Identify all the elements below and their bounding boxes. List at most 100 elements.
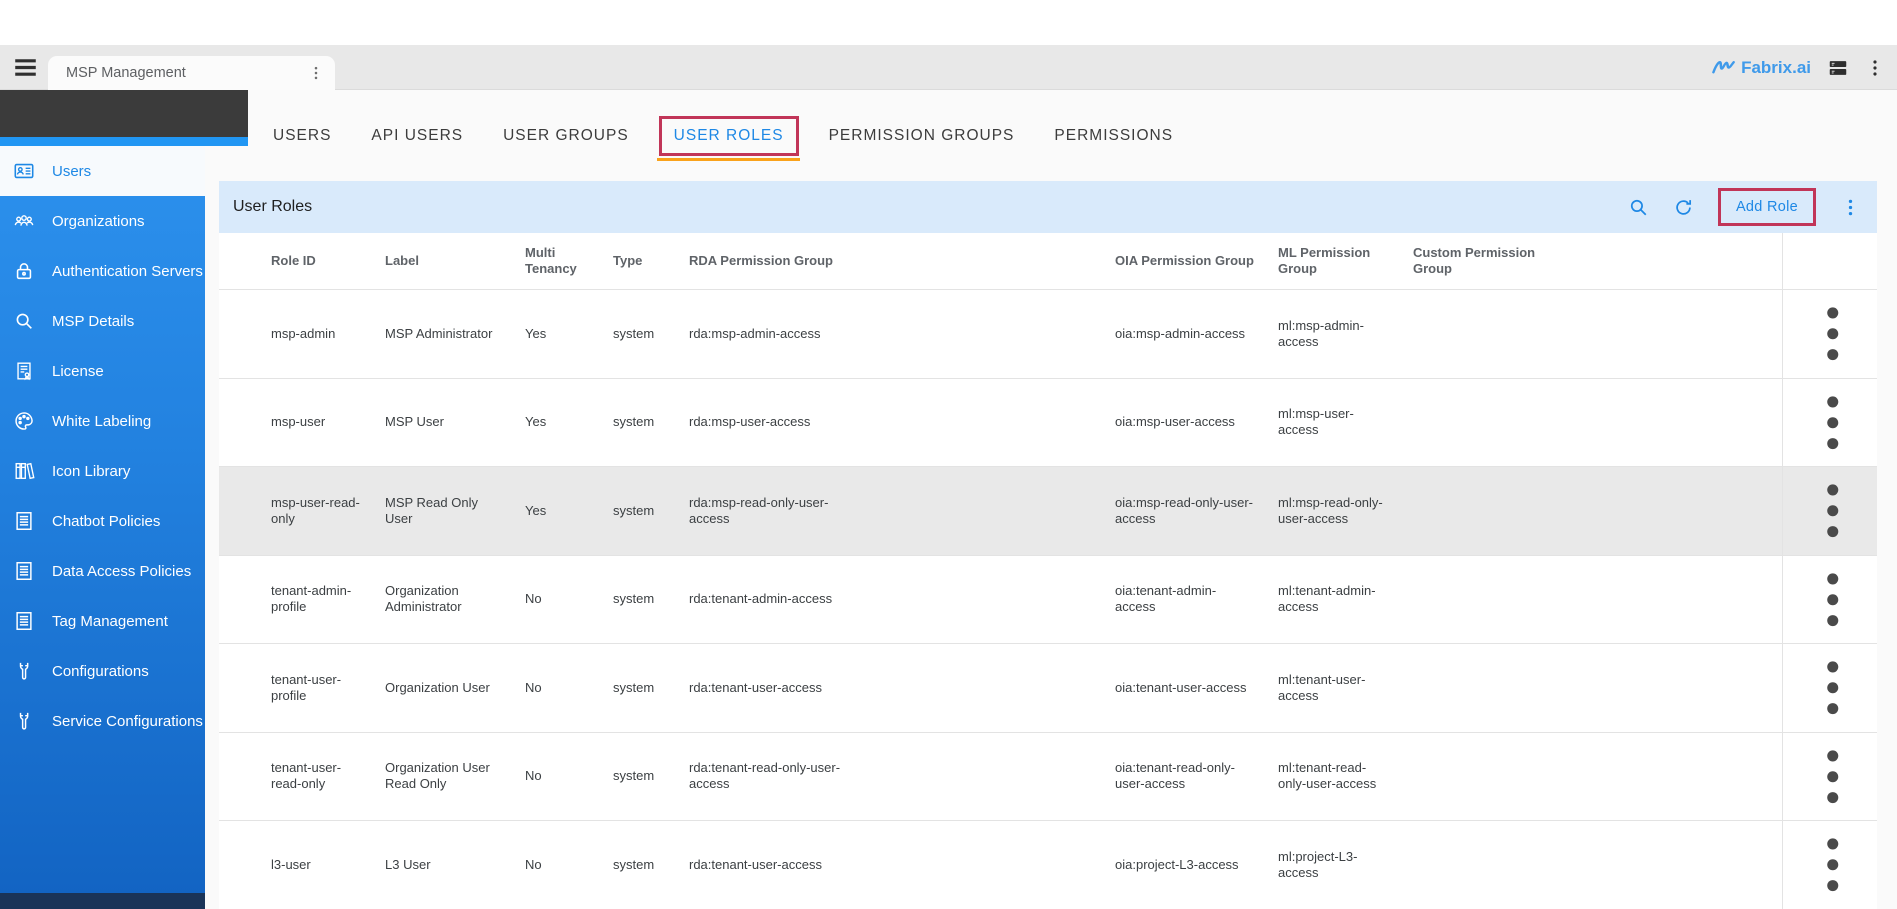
table-row-msp-admin[interactable]: msp-adminMSP AdministratorYessystemrda:m… [219, 290, 1877, 379]
refresh-icon[interactable] [1673, 197, 1694, 218]
fabrix-logo-icon [1709, 55, 1738, 80]
column-header-multi-tenancy[interactable]: Multi Tenancy [509, 233, 597, 290]
tab-bar: USERS API USERS USER GROUPS USER ROLES PERMI… [205, 90, 1897, 181]
column-header-label[interactable]: Label [369, 233, 509, 290]
user-roles-table-container: Role IDLabelMulti TenancyTypeRDA Permiss… [219, 233, 1877, 909]
cell-rda: rda:tenant-admin-access [673, 555, 1099, 644]
table-row-tenant-user-profile[interactable]: tenant-user-profileOrganization UserNosy… [219, 644, 1877, 733]
hamburger-menu-icon[interactable] [11, 53, 40, 82]
cell-ml: ml:tenant-read-only-user-access [1262, 732, 1397, 821]
sidebar-item-tag-management[interactable]: Tag Management [0, 596, 205, 646]
row-actions-icon[interactable] [1796, 651, 1870, 725]
table-row-l3-user[interactable]: l3-userL3 UserNosystemrda:tenant-user-ac… [219, 821, 1877, 909]
sidebar-item-label: Authentication Servers [52, 263, 203, 280]
msp-management-tab[interactable]: MSP Management [48, 56, 335, 90]
add-role-button[interactable]: Add Role [1718, 188, 1816, 226]
column-header-oia-permission-group[interactable]: OIA Permission Group [1099, 233, 1262, 290]
search-icon[interactable] [1628, 197, 1649, 218]
server-rack-icon[interactable] [1827, 57, 1849, 79]
cell-multi_tenancy: No [509, 644, 597, 733]
tab-user-groups[interactable]: USER GROUPS [503, 127, 629, 145]
column-header-ml-permission-group[interactable]: ML Permission Group [1262, 233, 1397, 290]
more-actions-icon[interactable] [1840, 197, 1861, 218]
sidebar-item-configurations[interactable]: Configurations [0, 646, 205, 696]
cell-type: system [597, 290, 673, 379]
cell-label: MSP Read Only User [369, 467, 509, 556]
table-row-tenant-user-read-only[interactable]: tenant-user-read-onlyOrganization User R… [219, 732, 1877, 821]
sidebar-item-white-labeling[interactable]: White Labeling [0, 396, 205, 446]
sidebar-item-authentication-servers[interactable]: Authentication Servers [0, 246, 205, 296]
panel-title: User Roles [233, 198, 312, 216]
sidebar-item-label: Icon Library [52, 463, 130, 480]
fabrix-logo: Fabrix.ai [1711, 55, 1811, 80]
cell-label: Organization User [369, 644, 509, 733]
sidebar-item-service-configurations[interactable]: Service Configurations [0, 696, 205, 746]
cell-oia: oia:msp-admin-access [1099, 290, 1262, 379]
cell-label: MSP Administrator [369, 290, 509, 379]
cell-role_id: msp-admin [219, 290, 369, 379]
table-row-tenant-admin-profile[interactable]: tenant-admin-profileOrganization Adminis… [219, 555, 1877, 644]
tab-api-users[interactable]: API USERS [371, 127, 463, 145]
tab-users[interactable]: USERS [273, 127, 331, 145]
document-icon [13, 560, 35, 582]
cell-oia: oia:msp-user-access [1099, 378, 1262, 467]
tab-options-icon[interactable] [307, 64, 325, 82]
cell-label: Organization User Read Only [369, 732, 509, 821]
sidebar-item-label: License [52, 363, 104, 380]
row-actions-icon[interactable] [1796, 828, 1870, 902]
cell-custom [1397, 644, 1782, 733]
cell-label: Organization Administrator [369, 555, 509, 644]
id-card-icon [13, 160, 35, 182]
cell-multi_tenancy: No [509, 732, 597, 821]
document-icon [13, 610, 35, 632]
cell-role_id: tenant-user-read-only [219, 732, 369, 821]
cell-actions [1782, 732, 1877, 821]
title-bar: MSP Management Fabrix.ai [0, 45, 1897, 90]
sidebar-item-organizations[interactable]: Organizations [0, 196, 205, 246]
cell-oia: oia:msp-read-only-user-access [1099, 467, 1262, 556]
column-header-custom-permission-group[interactable]: Custom Permission Group [1397, 233, 1782, 290]
sidebar-item-label: Tag Management [52, 613, 168, 630]
people-icon [13, 210, 35, 232]
tab-permissions[interactable]: PERMISSIONS [1054, 127, 1173, 145]
cell-ml: ml:tenant-admin-access [1262, 555, 1397, 644]
sidebar-item-users[interactable]: Users [0, 146, 205, 196]
row-actions-icon[interactable] [1796, 563, 1870, 637]
annotation-box-user-roles: USER ROLES [659, 116, 799, 156]
row-actions-icon[interactable] [1796, 740, 1870, 814]
cell-custom [1397, 467, 1782, 556]
row-actions-icon[interactable] [1796, 474, 1870, 548]
sidebar-item-msp-details[interactable]: MSP Details [0, 296, 205, 346]
column-header-rda-permission-group[interactable]: RDA Permission Group [673, 233, 1099, 290]
column-header-type[interactable]: Type [597, 233, 673, 290]
column-header-actions [1782, 233, 1877, 290]
cell-ml: ml:msp-user-access [1262, 378, 1397, 467]
user-roles-table: Role IDLabelMulti TenancyTypeRDA Permiss… [219, 233, 1877, 909]
sidebar-item-license[interactable]: License [0, 346, 205, 396]
sidebar-item-icon-library[interactable]: Icon Library [0, 446, 205, 496]
cell-multi_tenancy: Yes [509, 467, 597, 556]
table-header-row: Role IDLabelMulti TenancyTypeRDA Permiss… [219, 233, 1877, 290]
sidebar-bottom-strip [0, 893, 205, 909]
cell-rda: rda:tenant-user-access [673, 644, 1099, 733]
row-actions-icon[interactable] [1796, 297, 1870, 371]
sidebar-item-data-access-policies[interactable]: Data Access Policies [0, 546, 205, 596]
brand-text: Fabrix.ai [1741, 58, 1811, 78]
table-row-msp-user[interactable]: msp-userMSP UserYessystemrda:msp-user-ac… [219, 378, 1877, 467]
tab-user-roles[interactable]: USER ROLES [674, 127, 784, 144]
cell-actions [1782, 290, 1877, 379]
app-window: MSP Management Fabrix.ai UsersOrgani [0, 0, 1897, 909]
more-options-icon[interactable] [1865, 58, 1885, 78]
table-row-msp-user-read-only[interactable]: msp-user-read-onlyMSP Read Only UserYess… [219, 467, 1877, 556]
cell-oia: oia:project-L3-access [1099, 821, 1262, 909]
column-header-role-id[interactable]: Role ID [219, 233, 369, 290]
tab-title: MSP Management [66, 65, 186, 81]
row-actions-icon[interactable] [1796, 386, 1870, 460]
sidebar-item-chatbot-policies[interactable]: Chatbot Policies [0, 496, 205, 546]
cell-type: system [597, 644, 673, 733]
cell-custom [1397, 821, 1782, 909]
cell-actions [1782, 467, 1877, 556]
tab-permission-groups[interactable]: PERMISSION GROUPS [829, 127, 1015, 145]
cell-rda: rda:tenant-read-only-user-access [673, 732, 1099, 821]
cell-type: system [597, 378, 673, 467]
